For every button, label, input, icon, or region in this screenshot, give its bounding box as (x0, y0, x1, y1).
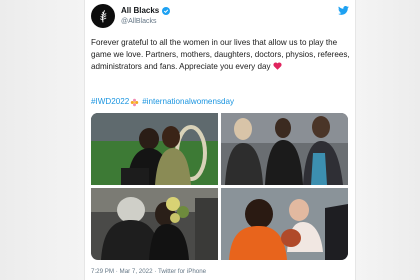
hashtag-row: #IWD2022 #internationalwomensday (91, 96, 234, 108)
photo-embrace-flowers[interactable] (91, 188, 218, 260)
avatar[interactable] (91, 4, 115, 28)
tweet-text: Forever grateful to all the women in our… (91, 38, 350, 71)
photo-family-group[interactable] (221, 113, 348, 185)
background-right (356, 0, 420, 280)
photo-holding-baby[interactable] (221, 188, 348, 260)
background-left (0, 0, 84, 280)
twitter-bird-icon[interactable] (338, 6, 349, 15)
tweet-card: All Blacks @AllBlacks Forever grateful t… (84, 0, 356, 280)
hashtag-internationalwomensday[interactable]: #internationalwomensday (142, 97, 234, 106)
hashtag-iwd2022[interactable]: #IWD2022 (91, 97, 129, 106)
tweet-header: All Blacks @AllBlacks (91, 4, 351, 30)
handle[interactable]: @AllBlacks (121, 17, 157, 26)
verified-badge-icon (162, 7, 170, 15)
photo-grid (91, 113, 348, 260)
flower-icon (131, 98, 139, 106)
red-heart-icon (272, 62, 282, 70)
tweet-timestamp[interactable]: 7:29 PM · Mar 7, 2022 · Twitter for iPho… (91, 268, 206, 276)
photo-stadium-couple[interactable] (91, 113, 218, 185)
silver-fern-icon (100, 10, 107, 23)
tweet-body: Forever grateful to all the women in our… (91, 37, 353, 73)
display-name[interactable]: All Blacks (121, 6, 159, 16)
